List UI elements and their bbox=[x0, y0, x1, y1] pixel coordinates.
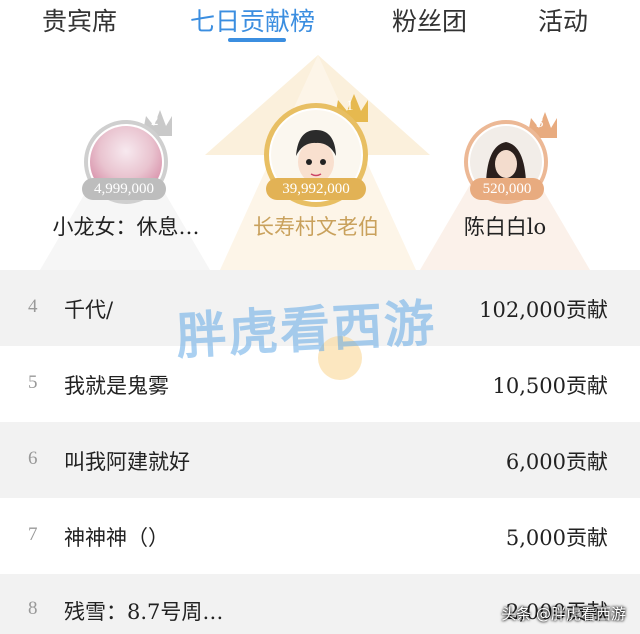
rank-number: 7 bbox=[28, 524, 38, 545]
watermark-text: 胖虎看西游 bbox=[174, 294, 438, 366]
tab-events[interactable]: 活动 bbox=[538, 2, 588, 38]
podium-username: 陈白白lo bbox=[463, 215, 547, 239]
contribution-badge: 39,992,000 bbox=[266, 178, 366, 200]
top-three-podium: 2 4,999,000 小龙女：休息… 1 39,992,000 长寿村文老伯 bbox=[0, 45, 640, 270]
source-credit: 头条 @胖虎看西游 bbox=[501, 605, 626, 623]
list-username: 千代/ bbox=[64, 298, 114, 322]
rank-number: 4 bbox=[28, 296, 38, 317]
list-item[interactable]: 7 神神神（） 5,000贡献 bbox=[0, 498, 640, 574]
rank-number: 8 bbox=[28, 598, 38, 619]
contribution-badge: 520,000 bbox=[470, 178, 544, 200]
contribution-value: 6,000贡献 bbox=[505, 450, 608, 474]
contribution-value: 10,500贡献 bbox=[492, 374, 608, 398]
contribution-value: 5,000贡献 bbox=[505, 526, 608, 550]
podium-username: 长寿村文老伯 bbox=[253, 215, 379, 239]
active-tab-indicator bbox=[228, 38, 286, 42]
rank-number: 5 bbox=[28, 372, 38, 393]
list-username: 叫我阿建就好 bbox=[64, 450, 190, 474]
tab-seven-day-ranking[interactable]: 七日贡献榜 bbox=[190, 2, 315, 38]
rank-3-number: 3 bbox=[536, 115, 544, 131]
tab-bar: 贵宾席 七日贡献榜 粉丝团 活动 bbox=[0, 0, 640, 45]
list-username: 我就是鬼雾 bbox=[64, 374, 169, 398]
list-username: 神神神（） bbox=[64, 526, 169, 550]
tab-fan-club[interactable]: 粉丝团 bbox=[392, 2, 467, 38]
rank-number: 6 bbox=[28, 448, 38, 469]
list-item[interactable]: 6 叫我阿建就好 6,000贡献 bbox=[0, 422, 640, 498]
podium-username: 小龙女：休息… bbox=[52, 215, 200, 239]
tab-vip-seats[interactable]: 贵宾席 bbox=[42, 2, 117, 38]
contribution-badge: 4,999,000 bbox=[82, 178, 166, 200]
list-username: 残雪：8.7号周… bbox=[64, 600, 224, 624]
contribution-value: 102,000贡献 bbox=[479, 298, 608, 322]
rank-2-number: 2 bbox=[151, 113, 159, 129]
